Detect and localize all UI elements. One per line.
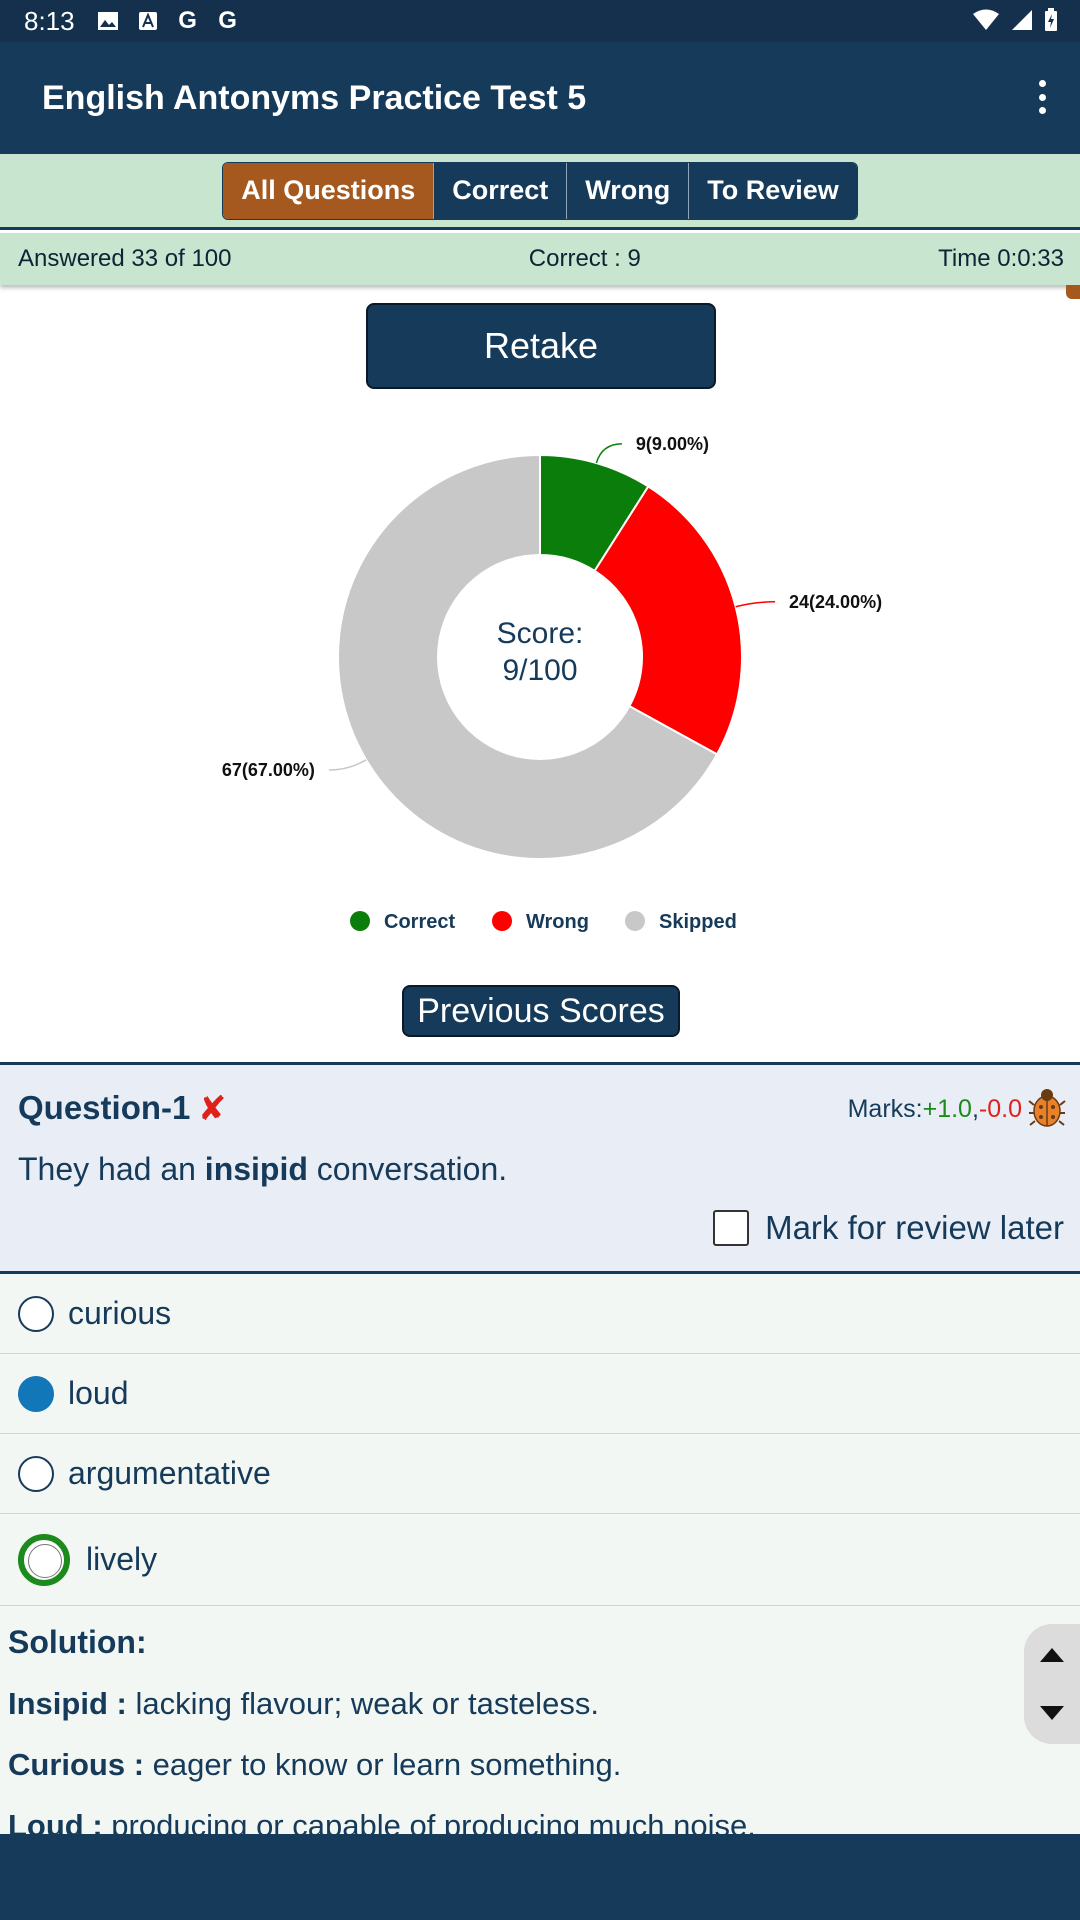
retake-button[interactable]: Retake [366, 303, 716, 389]
tab-wrong[interactable]: Wrong [566, 162, 689, 219]
legend-label: Skipped [659, 911, 737, 933]
more-vert-icon[interactable] [1034, 80, 1050, 114]
status-bar: 8:13 G G [0, 0, 1080, 42]
option-label: curious [68, 1295, 172, 1331]
scroll-controls [1024, 1624, 1080, 1744]
score-donut-chart: 9(9.00%) 24(24.00%) 67(67.00%) Score: 9/10… [222, 434, 882, 933]
leader-line [328, 759, 367, 771]
marks-positive: +1.0 [922, 1095, 972, 1123]
wifi-icon [973, 9, 999, 30]
data-label: 24(24.00%) [789, 592, 882, 612]
legend-item-skipped[interactable]: Skipped [625, 911, 737, 933]
legend-marker [625, 911, 645, 931]
scroll-down-icon[interactable] [1040, 1706, 1064, 1720]
battery-icon [1045, 8, 1057, 31]
marks-negative: -0.0 [978, 1095, 1022, 1123]
legend-item-correct[interactable]: Correct [350, 911, 455, 933]
solution-definition: eager to know or learn something. [144, 1747, 622, 1782]
question-text-after: conversation. [307, 1151, 508, 1187]
legend-label: Correct [384, 911, 455, 933]
google-icon: G [178, 7, 197, 34]
solution-line: Loud : producing or capable of producing… [8, 1808, 756, 1834]
option-label: argumentative [68, 1455, 271, 1491]
side-drawer-handle[interactable] [1066, 285, 1080, 299]
marks-prefix: Marks: [847, 1095, 923, 1123]
status-time: 8:13 [24, 5, 75, 36]
option-radio-selected[interactable] [18, 1375, 54, 1412]
question-card: Question-1 ✘ Marks:+1.0,-0.0 They had an… [0, 1062, 1080, 1274]
font-icon [137, 10, 159, 32]
wrong-icon: ✘ [198, 1090, 227, 1128]
tab-correct[interactable]: Correct [433, 162, 567, 219]
status-icons [972, 8, 1058, 32]
filter-tabs-bar: All Questions Correct Wrong To Review [0, 154, 1080, 230]
question-text-before: They had an [18, 1151, 205, 1187]
solution-term: Loud : [8, 1808, 103, 1834]
legend-marker [492, 911, 512, 931]
filter-tabs: All Questions Correct Wrong To Review [222, 161, 858, 220]
image-icon [97, 10, 119, 32]
review-label: Mark for review later [765, 1209, 1064, 1246]
stats-bar: Answered 33 of 100 Correct : 9 Time 0:0:… [0, 233, 1080, 285]
legend-item-wrong[interactable]: Wrong [492, 911, 589, 933]
answer-options: curious loud argumentative lively [0, 1274, 1080, 1606]
review-checkbox[interactable] [713, 1210, 750, 1246]
question-title: Question-1 [18, 1089, 191, 1126]
tab-to-review[interactable]: To Review [688, 162, 857, 219]
option-argumentative[interactable]: argumentative [0, 1434, 1080, 1514]
google-icon-2: G [218, 7, 237, 34]
legend-label: Wrong [526, 911, 589, 933]
data-label: 9(9.00%) [636, 434, 709, 454]
option-radio-correct[interactable] [18, 1533, 70, 1586]
mark-for-review[interactable]: Mark for review later [713, 1209, 1064, 1247]
option-label: lively [86, 1541, 158, 1577]
bug-report-icon[interactable] [1028, 1087, 1066, 1127]
app-title: English Antonyms Practice Test 5 [42, 78, 587, 117]
score-value: 9/100 [502, 654, 577, 687]
score-label: Score: [497, 617, 584, 650]
option-label: loud [68, 1375, 129, 1411]
solution-line: Curious : eager to know or learn somethi… [8, 1747, 621, 1783]
marks: Marks:+1.0,-0.0 [848, 1095, 1022, 1124]
question-text: They had an insipid conversation. [18, 1151, 507, 1188]
legend-marker [350, 911, 370, 931]
marks-separator: , [971, 1095, 979, 1123]
option-loud[interactable]: loud [0, 1354, 1080, 1434]
solution-term: Insipid : [8, 1686, 127, 1721]
solution-line: Insipid : lacking flavour; weak or taste… [8, 1686, 599, 1722]
bottom-bar [0, 1834, 1080, 1920]
question-keyword: insipid [204, 1151, 308, 1187]
option-curious[interactable]: curious [0, 1274, 1080, 1354]
leader-line [735, 601, 776, 608]
elapsed-time: Time 0:0:33 [938, 245, 1064, 272]
solution-definition: producing or capable of producing much n… [102, 1808, 756, 1834]
previous-scores-button[interactable]: Previous Scores [402, 985, 680, 1037]
option-radio[interactable] [18, 1455, 54, 1492]
solution-term: Curious : [8, 1747, 145, 1782]
leader-line [595, 443, 622, 464]
data-label: 67(67.00%) [222, 760, 315, 780]
option-lively[interactable]: lively [0, 1514, 1080, 1606]
app-bar: English Antonyms Practice Test 5 [0, 42, 1080, 154]
tab-all-questions[interactable]: All Questions [223, 162, 434, 219]
scroll-up-icon[interactable] [1040, 1648, 1064, 1662]
score-chart: 9(9.00%) 24(24.00%) 67(67.00%) Score: 9/10… [0, 420, 1080, 980]
solution-title: Solution: [8, 1624, 147, 1660]
option-radio[interactable] [18, 1295, 54, 1332]
solution-definition: lacking flavour; weak or tasteless. [126, 1686, 599, 1721]
solution-panel: Solution: Insipid : lacking flavour; wea… [0, 1606, 1080, 1834]
answered-count: Answered 33 of 100 [18, 245, 232, 272]
signal-icon [1012, 10, 1032, 30]
correct-count: Correct : 9 [528, 245, 641, 272]
